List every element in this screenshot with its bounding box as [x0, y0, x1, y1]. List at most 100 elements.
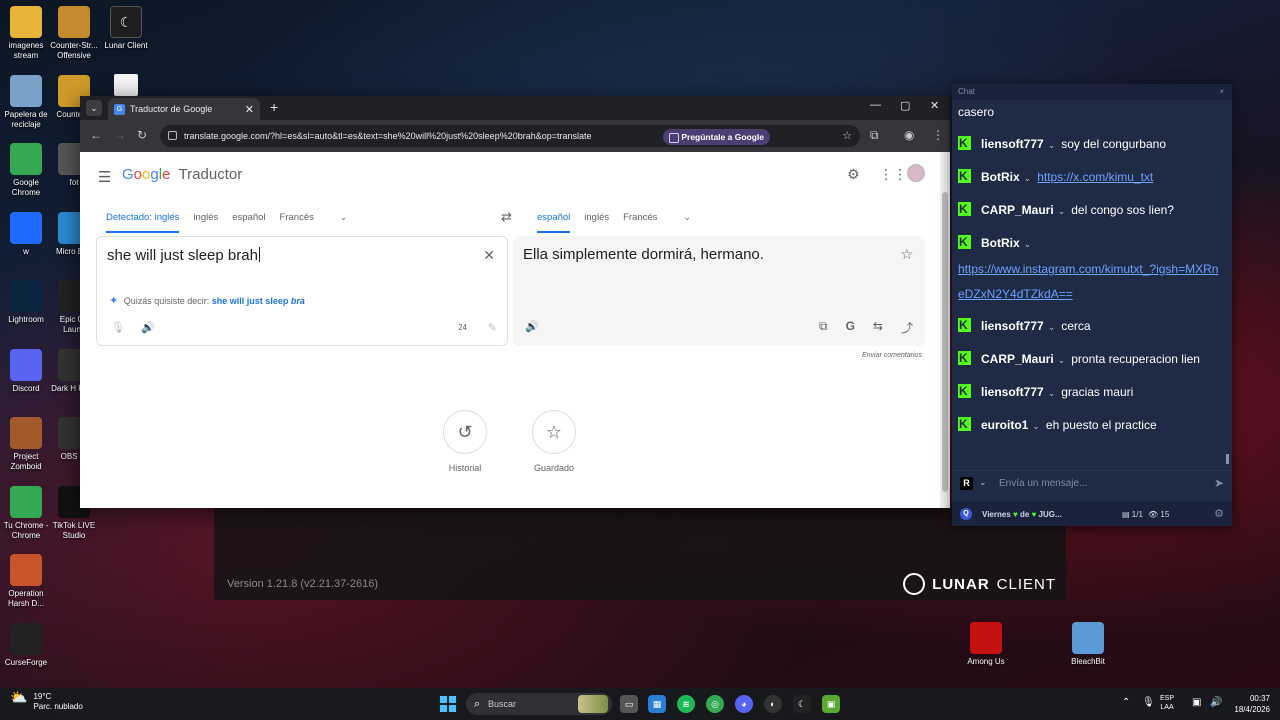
chevron-down-icon[interactable]: ⌄: [1024, 239, 1032, 249]
chevron-down-icon[interactable]: ⌄: [1058, 355, 1066, 365]
chat-settings-icon[interactable]: ⚙: [1214, 507, 1224, 520]
chat-link[interactable]: https://www.instagram.com/kimutxt_?igsh=…: [958, 257, 1222, 307]
chevron-down-icon[interactable]: ⌄: [1024, 173, 1032, 183]
tab-target-english[interactable]: inglés: [584, 212, 609, 233]
chat-username[interactable]: CARP_Mauri: [981, 352, 1054, 366]
input-language[interactable]: ESP LAA: [1160, 694, 1174, 712]
chevron-down-icon[interactable]: ⌄: [1048, 140, 1056, 150]
history-button[interactable]: ↺ Historial: [441, 410, 489, 473]
chevron-down-icon[interactable]: ⌄: [340, 212, 348, 233]
send-icon[interactable]: ➤: [1214, 476, 1224, 490]
profile-icon[interactable]: ◉: [904, 128, 914, 142]
task-view-icon[interactable]: ▭: [620, 695, 638, 713]
settings-gear-icon[interactable]: ⚙: [847, 166, 860, 183]
chat-username[interactable]: euroito1: [981, 418, 1028, 432]
chevron-down-icon[interactable]: ⌄: [1048, 388, 1056, 398]
chevron-down-icon[interactable]: ⌄: [1058, 206, 1066, 216]
show-hidden-icons[interactable]: ⌃: [1122, 697, 1130, 708]
desktop-icon[interactable]: Among Us: [960, 622, 1012, 667]
address-bar[interactable]: translate.google.com/?hl=es&sl=auto&tl=e…: [160, 125, 860, 147]
avatar[interactable]: [907, 164, 925, 182]
saved-button[interactable]: ☆ Guardado: [530, 410, 578, 473]
chat-username[interactable]: liensoft777: [981, 137, 1044, 151]
chevron-down-icon[interactable]: ⌄: [683, 212, 691, 233]
chevron-down-icon[interactable]: ⌄: [979, 477, 987, 488]
chat-username[interactable]: liensoft777: [981, 385, 1044, 399]
chat-username[interactable]: BotRix: [981, 170, 1020, 184]
desktop-icon[interactable]: Operation Harsh D...: [0, 554, 52, 609]
weather-widget[interactable]: ⛅ 19°C Parc. nublado: [10, 690, 83, 712]
menu-kebab-icon[interactable]: ⋮: [932, 128, 944, 142]
chat-close-icon[interactable]: ×: [1219, 87, 1224, 96]
desktop-icon[interactable]: BleachBit: [1062, 622, 1114, 667]
desktop-icon[interactable]: w: [0, 211, 52, 257]
clock[interactable]: 00:37 18/4/2026: [1226, 693, 1270, 715]
start-button[interactable]: [440, 696, 456, 712]
chat-username[interactable]: BotRix: [981, 236, 1020, 250]
tab-target-spanish[interactable]: español: [537, 212, 571, 233]
chat-username[interactable]: liensoft777: [981, 319, 1044, 333]
minimize-button[interactable]: —: [870, 99, 881, 111]
page-scrollbar[interactable]: [940, 152, 950, 508]
search-highlight-icon[interactable]: [578, 695, 608, 713]
bookmark-star-icon[interactable]: ☆: [842, 129, 852, 142]
chrome-taskbar-icon[interactable]: ◎: [706, 695, 724, 713]
new-tab-button[interactable]: +: [270, 99, 278, 115]
reload-button[interactable]: ↻: [137, 128, 147, 142]
rate-translation-icon[interactable]: ⇆: [873, 319, 883, 336]
tab-source-spanish[interactable]: español: [232, 212, 265, 233]
desktop-icon[interactable]: Counter-Str... Offensive: [48, 6, 100, 61]
desktop-icon[interactable]: Project Zomboid: [0, 417, 52, 472]
source-text-box[interactable]: she will just sleep brah ✕ ✦ Quizás quis…: [96, 236, 508, 346]
chevron-down-icon[interactable]: ⌄: [1032, 421, 1040, 431]
copy-icon[interactable]: ⧉: [819, 319, 828, 336]
back-button[interactable]: ←: [90, 128, 102, 142]
clear-text-icon[interactable]: ✕: [483, 247, 495, 264]
share-icon[interactable]: ⤴: [901, 319, 913, 336]
ask-google-button[interactable]: Pregúntale a Google: [663, 129, 770, 145]
tab-detected-language[interactable]: Detectado: inglés: [106, 212, 180, 233]
desktop-icon-lunar-client[interactable]: ☾ Lunar Client: [100, 6, 152, 51]
apps-grid-icon[interactable]: ⋮⋮: [879, 166, 907, 183]
user-badge[interactable]: R: [960, 477, 973, 490]
chat-scrollbar[interactable]: [1226, 454, 1229, 464]
desktop-icon[interactable]: imagenes stream: [0, 6, 52, 61]
tab-search-button[interactable]: ⌄: [86, 100, 102, 116]
microsoft-store-icon[interactable]: ▦: [648, 695, 666, 713]
discord-taskbar-icon[interactable]: ◕: [735, 695, 753, 713]
network-icon[interactable]: ▣: [1192, 697, 1201, 708]
google-search-icon[interactable]: G: [846, 319, 855, 336]
desktop-icon[interactable]: Lightroom: [0, 280, 52, 325]
chat-username[interactable]: CARP_Mauri: [981, 203, 1054, 217]
microphone-icon[interactable]: 🎙: [111, 321, 125, 334]
tab-source-english[interactable]: inglés: [193, 212, 218, 233]
chat-message-input[interactable]: Envía un mensaje...: [999, 478, 1087, 489]
swap-languages-icon[interactable]: ⇄: [501, 209, 512, 225]
tab-target-french[interactable]: Francés: [623, 212, 657, 233]
obs-taskbar-icon[interactable]: ◐: [764, 695, 782, 713]
chat-link[interactable]: https://x.com/kimu_txt: [1037, 170, 1153, 184]
scrollbar-thumb[interactable]: [942, 192, 948, 492]
tab-close-icon[interactable]: ✕: [245, 103, 254, 116]
handwriting-icon[interactable]: ✎: [488, 321, 497, 334]
source-text[interactable]: she will just sleep brah: [107, 247, 258, 264]
volume-icon[interactable]: 🔊: [1210, 697, 1222, 708]
channel-avatar[interactable]: Q: [960, 508, 972, 520]
spotify-icon[interactable]: ≋: [677, 695, 695, 713]
desktop-icon[interactable]: Papelera de reciclaje: [0, 74, 52, 130]
hamburger-menu-icon[interactable]: ☰: [98, 168, 111, 186]
desktop-icon[interactable]: Tu Chrome - Chrome: [0, 485, 52, 541]
desktop-icon[interactable]: Discord: [0, 348, 52, 394]
google-translate-logo[interactable]: Google Traductor: [122, 166, 242, 183]
site-info-icon[interactable]: [168, 131, 177, 140]
suggestion-link[interactable]: she will just sleep bra: [212, 296, 305, 306]
lunar-taskbar-icon[interactable]: ☾: [793, 695, 811, 713]
maximize-button[interactable]: ▢: [900, 99, 910, 112]
forward-button[interactable]: →: [114, 128, 126, 142]
minecraft-icon[interactable]: ▣: [822, 695, 840, 713]
tab-google-translate[interactable]: G Traductor de Google ✕: [108, 98, 260, 120]
close-window-button[interactable]: ✕: [930, 99, 939, 112]
save-star-icon[interactable]: ☆: [900, 246, 913, 263]
desktop-icon[interactable]: Google Chrome: [0, 143, 52, 198]
extensions-icon[interactable]: ⧉: [870, 128, 879, 143]
